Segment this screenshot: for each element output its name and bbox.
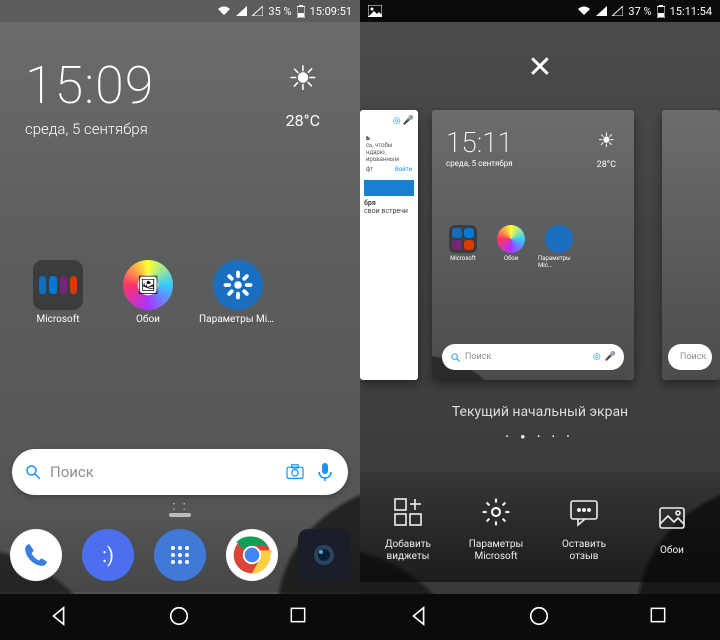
feedback-icon — [563, 491, 605, 533]
clock-time: 15:09 — [25, 55, 154, 116]
dock-apps[interactable] — [154, 529, 206, 581]
action-label: Оставить отзыв — [562, 539, 606, 563]
overview-caption: Текущий начальный экран — [360, 404, 720, 420]
nav-back[interactable] — [48, 605, 72, 629]
search-bar[interactable]: Поиск — [12, 449, 348, 495]
camera-icon[interactable] — [284, 461, 306, 483]
weather-temp: 28°C — [286, 111, 320, 130]
feed-line: свои встречи — [364, 207, 408, 215]
pager-dots: • ● • • • — [360, 432, 720, 441]
app-ms-settings[interactable]: Параметры Micr... — [198, 260, 278, 325]
panel-home-2[interactable]: Поиск — [662, 110, 720, 380]
nav-recent[interactable] — [288, 605, 312, 629]
nav-recent[interactable] — [648, 605, 672, 629]
home-panels: ◎ 🎤 ьсь, чтобындарю,ированным фтВойти бр… — [360, 110, 720, 390]
status-bar: 35 % 15:09:51 — [0, 0, 360, 22]
clock-date: среда, 5 сентября — [25, 120, 154, 138]
mini-clock: 15:11 среда, 5 сентября — [446, 126, 513, 168]
feed-signin[interactable]: Войти — [395, 166, 412, 173]
wifi-icon — [217, 6, 231, 16]
app-label: Microsoft — [36, 314, 79, 325]
status-bar: 37 % 15:11:54 — [360, 0, 720, 22]
dock-messages[interactable]: :) — [82, 529, 134, 581]
search-placeholder: Поиск — [50, 463, 276, 481]
status-time: 15:11:54 — [670, 5, 712, 18]
image-notif-icon — [368, 5, 382, 17]
action-label: Обои — [660, 545, 684, 557]
action-label: Добавить виджеты — [385, 539, 431, 563]
mic-icon[interactable] — [314, 461, 336, 483]
nav-bar — [0, 594, 360, 640]
widgets-icon — [387, 491, 429, 533]
nav-bar — [360, 594, 720, 640]
feed-date: бря — [364, 199, 376, 207]
status-time: 15:09:51 — [310, 5, 352, 18]
nav-home[interactable] — [528, 605, 552, 629]
home-apps-row: Microsoft 🖼 Обои Параметры Micr... — [0, 260, 360, 325]
clock-widget[interactable]: 15:09 среда, 5 сентября — [25, 55, 154, 138]
action-label: Параметры Microsoft — [469, 539, 523, 563]
app-label: Параметры Micr... — [199, 314, 277, 325]
search-icon — [24, 463, 42, 481]
nav-home[interactable] — [168, 605, 192, 629]
dock-chrome[interactable] — [226, 529, 278, 581]
feed-brand: фт — [366, 166, 373, 173]
mini-weather: ☀28°C — [597, 128, 616, 170]
page-indicator: : : — [0, 499, 360, 514]
dock-phone[interactable] — [10, 529, 62, 581]
signal-icon — [236, 6, 247, 16]
action-feedback[interactable]: Оставить отзыв — [544, 491, 624, 563]
dock: :) — [0, 518, 360, 592]
phone-overview: 37 % 15:11:54 ✕ ◎ 🎤 ьсь, чтобындарю,иров… — [360, 0, 720, 640]
panel-feed[interactable]: ◎ 🎤 ьсь, чтобындарю,ированным фтВойти бр… — [360, 110, 418, 380]
mini-apps: Microsoft Обои Параметры Mic... — [442, 225, 580, 269]
signal-icon-2 — [612, 6, 623, 16]
close-overview[interactable]: ✕ — [527, 50, 552, 85]
weather-widget[interactable]: ☀ 28°C — [286, 62, 320, 130]
battery-icon — [657, 5, 665, 18]
wifi-icon — [577, 6, 591, 16]
battery-text: 37 % — [628, 5, 651, 18]
mini-search: Поиск ◎ 🎤 — [442, 344, 624, 370]
battery-icon — [297, 5, 305, 18]
app-wallpapers[interactable]: 🖼 Обои — [108, 260, 188, 325]
panel-home-current[interactable]: 15:11 среда, 5 сентября ☀28°C Microsoft … — [432, 110, 634, 380]
app-microsoft-folder[interactable]: Microsoft — [18, 260, 98, 325]
sun-icon: ☀ — [286, 62, 320, 96]
overview-actions: Добавить виджеты Параметры Microsoft Ост… — [360, 472, 720, 582]
dock-camera[interactable] — [298, 529, 350, 581]
signal-icon-2 — [252, 6, 263, 16]
mini-search-2: Поиск — [668, 344, 712, 370]
phone-home: 35 % 15:09:51 15:09 среда, 5 сентября ☀ … — [0, 0, 360, 640]
app-label: Обои — [136, 314, 160, 325]
action-ms-settings[interactable]: Параметры Microsoft — [456, 491, 536, 563]
signal-icon — [596, 6, 607, 16]
action-wallpaper[interactable]: Обои — [632, 497, 712, 557]
wallpaper-icon — [651, 497, 693, 539]
nav-back[interactable] — [408, 605, 432, 629]
gear-icon — [475, 491, 517, 533]
battery-text: 35 % — [268, 5, 291, 18]
action-add-widgets[interactable]: Добавить виджеты — [368, 491, 448, 563]
